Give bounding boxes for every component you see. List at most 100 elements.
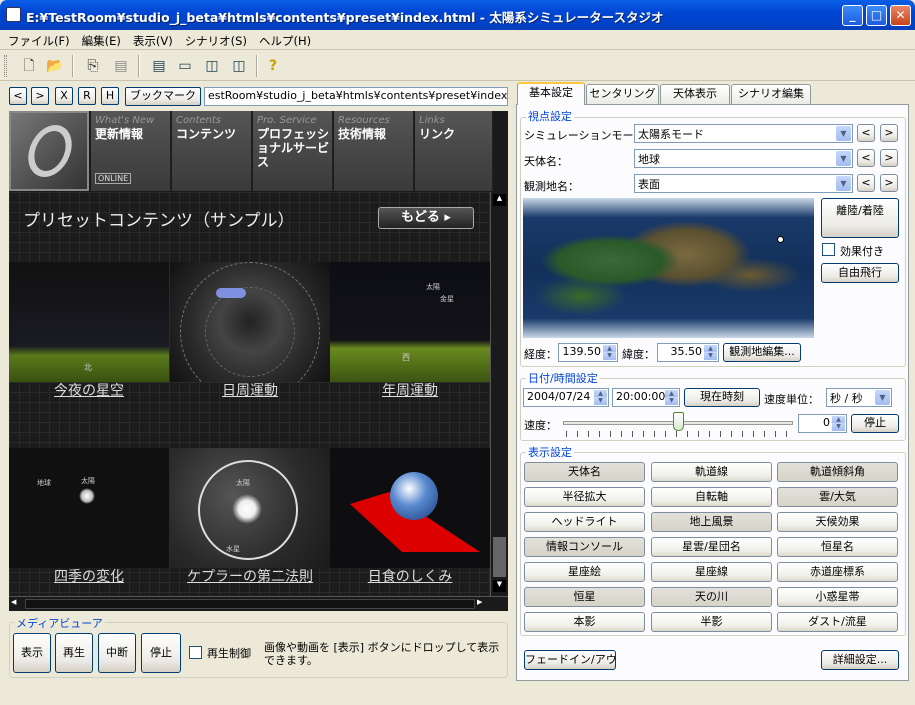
- fade-button[interactable]: フェードイン/アウト: [524, 650, 616, 670]
- title-bar[interactable]: E:¥TestRoom¥studio_j_beta¥htmls¥contents…: [0, 0, 915, 30]
- speed-slider-thumb[interactable]: [673, 412, 684, 431]
- takeoff-landing-button[interactable]: 離陸/着陸: [821, 198, 899, 238]
- thumb-tonight-sky[interactable]: 北: [9, 262, 169, 382]
- latitude-input[interactable]: 35.50 ▲ ▼: [657, 343, 719, 362]
- display-toggle-button[interactable]: 地上風景: [651, 512, 772, 532]
- thumb-annual[interactable]: 太陽 金星 西: [330, 262, 490, 382]
- thumb-diurnal[interactable]: [170, 262, 330, 382]
- item-link[interactable]: 年周運動: [330, 380, 490, 400]
- layout-icon[interactable]: ◫: [228, 55, 250, 77]
- dropdown-icon[interactable]: ▼: [836, 151, 851, 166]
- new-icon[interactable]: 🗋: [18, 55, 40, 77]
- display-toggle-button[interactable]: 半影: [651, 612, 772, 632]
- horizontal-scrollbar[interactable]: ◀ ▶: [9, 596, 508, 611]
- display-toggle-button[interactable]: 情報コンソール: [524, 537, 645, 557]
- maximize-icon[interactable]: □: [866, 5, 887, 26]
- display-toggle-button[interactable]: 軌道線: [651, 462, 772, 482]
- media-show-button[interactable]: 表示: [13, 633, 51, 673]
- dropdown-icon[interactable]: ▼: [836, 176, 851, 191]
- display-toggle-button[interactable]: 星座線: [651, 562, 772, 582]
- display-toggle-button[interactable]: 本影: [524, 612, 645, 632]
- item-link[interactable]: 今夜の星空: [9, 380, 169, 400]
- longitude-input[interactable]: 139.50 ▲ ▼: [558, 343, 618, 362]
- prev-icon[interactable]: <: [857, 124, 875, 142]
- nav-tile-whats-new[interactable]: What's New 更新情報 ONLINE: [91, 111, 171, 191]
- toolbar-grip[interactable]: [4, 55, 7, 77]
- world-map[interactable]: [523, 198, 814, 338]
- forward-button[interactable]: >: [31, 87, 49, 105]
- display-toggle-button[interactable]: ダスト/流星: [777, 612, 898, 632]
- display-toggle-button[interactable]: 天の川: [651, 587, 772, 607]
- tab-centering[interactable]: センタリング: [586, 84, 659, 104]
- tab-body-display[interactable]: 天体表示: [660, 84, 730, 104]
- tab-basic-settings[interactable]: 基本設定: [517, 82, 585, 105]
- tab-scenario-edit[interactable]: シナリオ編集: [731, 84, 811, 104]
- display-toggle-button[interactable]: 恒星名: [777, 537, 898, 557]
- scroll-thumb[interactable]: [493, 537, 506, 577]
- close-icon[interactable]: ✕: [890, 5, 911, 26]
- display-toggle-button[interactable]: 天体名: [524, 462, 645, 482]
- nav-tile-resources[interactable]: Resources 技術情報: [334, 111, 414, 191]
- nav-tile-pro-service[interactable]: Pro. Service プロフェッショナルサービス: [253, 111, 333, 191]
- mode-select[interactable]: 太陽系モード ▼: [634, 124, 853, 143]
- reload-button[interactable]: R: [78, 87, 96, 105]
- site-marker[interactable]: [777, 236, 784, 243]
- time-input[interactable]: 20:00:00 ▲ ▼: [612, 388, 680, 407]
- layout-icon[interactable]: ▤: [148, 55, 170, 77]
- display-toggle-button[interactable]: 自転軸: [651, 487, 772, 507]
- menu-edit[interactable]: 編集(E): [74, 30, 125, 49]
- copy-icon[interactable]: ⎘: [82, 55, 104, 77]
- display-toggle-button[interactable]: 赤道座標系: [777, 562, 898, 582]
- paste-icon[interactable]: ▤: [110, 55, 132, 77]
- display-toggle-button[interactable]: 軌道傾斜角: [777, 462, 898, 482]
- effect-checkbox[interactable]: [822, 243, 835, 256]
- next-icon[interactable]: >: [880, 149, 898, 167]
- content-webview[interactable]: What's New 更新情報 ONLINE Contents コンテンツ Pro.…: [9, 111, 508, 611]
- display-toggle-button[interactable]: 天候効果: [777, 512, 898, 532]
- layout-icon[interactable]: ▭: [174, 55, 196, 77]
- media-play-button[interactable]: 再生: [55, 633, 93, 673]
- bookmark-button[interactable]: ブックマーク: [125, 87, 201, 106]
- minimize-icon[interactable]: _: [842, 5, 863, 26]
- display-toggle-button[interactable]: 半径拡大: [524, 487, 645, 507]
- home-button[interactable]: H: [101, 87, 119, 105]
- thumb-seasons[interactable]: 地球 太陽: [9, 448, 169, 568]
- menu-view[interactable]: 表示(V): [125, 30, 177, 49]
- prev-icon[interactable]: <: [857, 174, 875, 192]
- display-toggle-button[interactable]: 恒星: [524, 587, 645, 607]
- media-stop-button[interactable]: 停止: [141, 633, 181, 673]
- display-toggle-button[interactable]: 雲/大気: [777, 487, 898, 507]
- speed-input[interactable]: 0 ▲ ▼: [798, 414, 847, 433]
- menu-scenario[interactable]: シナリオ(S): [177, 30, 251, 49]
- display-toggle-button[interactable]: 小惑星帯: [777, 587, 898, 607]
- menu-help[interactable]: ヘルプ(H): [251, 30, 315, 49]
- speed-unit-select[interactable]: 秒 / 秒 ▼: [826, 388, 892, 407]
- next-icon[interactable]: >: [880, 124, 898, 142]
- dropdown-icon[interactable]: ▼: [875, 390, 890, 405]
- menu-file[interactable]: ファイル(F): [0, 30, 74, 49]
- layout-icon[interactable]: ◫: [201, 55, 223, 77]
- play-control-checkbox[interactable]: [189, 646, 202, 659]
- address-input[interactable]: estRoom¥studio_j_beta¥htmls¥contents¥pre…: [204, 87, 508, 106]
- now-button[interactable]: 現在時刻: [684, 388, 760, 407]
- site-select[interactable]: 表面 ▼: [634, 174, 853, 193]
- back-link-button[interactable]: もどる ▸: [378, 207, 474, 229]
- display-toggle-button[interactable]: 星雲/星団名: [651, 537, 772, 557]
- item-link[interactable]: 四季の変化: [9, 566, 169, 586]
- thumb-eclipse[interactable]: [330, 448, 490, 568]
- body-select[interactable]: 地球 ▼: [634, 149, 853, 168]
- open-icon[interactable]: 📂: [44, 55, 66, 77]
- nav-tile-links[interactable]: Links リンク: [415, 111, 493, 191]
- next-icon[interactable]: >: [880, 174, 898, 192]
- dropdown-icon[interactable]: ▼: [836, 126, 851, 141]
- prev-icon[interactable]: <: [857, 149, 875, 167]
- details-button[interactable]: 詳細設定...: [821, 650, 899, 670]
- media-pause-button[interactable]: 中断: [98, 633, 136, 673]
- free-flight-button[interactable]: 自由飛行: [821, 263, 899, 283]
- edit-site-button[interactable]: 観測地編集...: [723, 343, 801, 362]
- time-stop-button[interactable]: 停止: [851, 414, 899, 433]
- display-toggle-button[interactable]: ヘッドライト: [524, 512, 645, 532]
- item-link[interactable]: 日食のしくみ: [330, 566, 490, 586]
- date-input[interactable]: 2004/07/24 ▲ ▼: [523, 388, 609, 407]
- display-toggle-button[interactable]: 星座絵: [524, 562, 645, 582]
